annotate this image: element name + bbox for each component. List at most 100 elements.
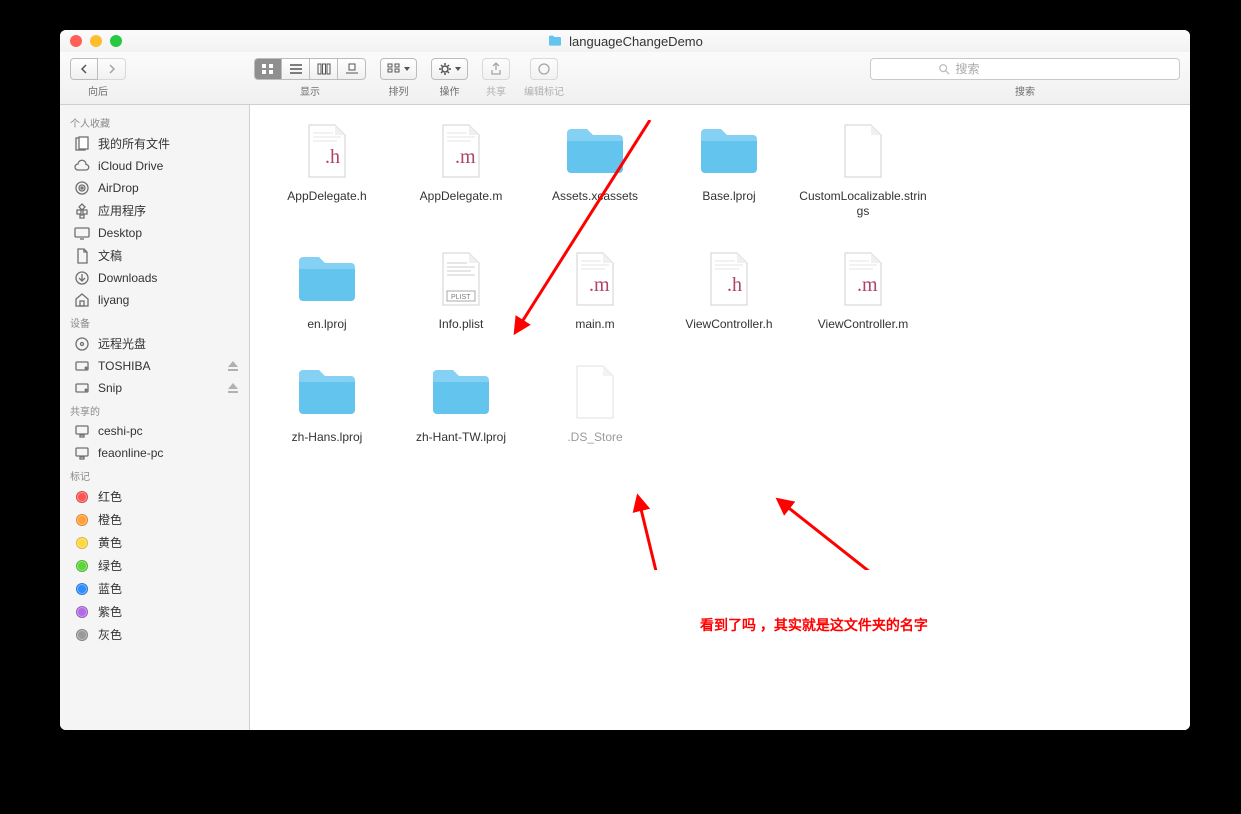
- sidebar-section-header: 设备: [60, 311, 249, 332]
- search-input[interactable]: [954, 61, 1113, 77]
- file-item[interactable]: .mmain.m: [528, 247, 662, 332]
- action-label: 操作: [440, 83, 460, 98]
- file-item[interactable]: .h ViewController.h: [662, 247, 796, 332]
- sidebar-item-downloads[interactable]: Downloads: [60, 267, 249, 289]
- search-field[interactable]: [870, 58, 1180, 80]
- file-item[interactable]: Base.lproj: [662, 119, 796, 219]
- sidebar-item-红色[interactable]: 红色: [60, 485, 249, 508]
- sidebar-item-airdrop[interactable]: AirDrop: [60, 177, 249, 199]
- finder-window: languageChangeDemo 向后 显示 排列: [60, 30, 1190, 730]
- content-area[interactable]: .hAppDelegate.h.mAppDelegate.m Assets.xca…: [250, 105, 1190, 730]
- file-label: .DS_Store: [567, 430, 622, 445]
- folder-icon: [547, 33, 563, 49]
- icloud-icon: [74, 158, 90, 174]
- sidebar-item-label: 紫色: [98, 603, 239, 620]
- toolbar: 向后 显示 排列 操作: [60, 52, 1190, 105]
- file-item[interactable]: en.lproj: [260, 247, 394, 332]
- sidebar-item-远程光盘[interactable]: 远程光盘: [60, 332, 249, 355]
- sidebar-item-label: 文稿: [98, 247, 239, 264]
- sidebar-item-我的所有文件[interactable]: 我的所有文件: [60, 132, 249, 155]
- sidebar-item-黄色[interactable]: 黄色: [60, 531, 249, 554]
- desktop-icon: [74, 225, 90, 241]
- tags-group: 编辑标记: [524, 58, 564, 98]
- sidebar-section-header: 共享的: [60, 399, 249, 420]
- documents-icon: [74, 248, 90, 264]
- sidebar-item-label: Snip: [98, 381, 219, 395]
- file-icon: .m: [831, 247, 895, 311]
- maximize-button[interactable]: [110, 35, 122, 47]
- view-group: 显示: [254, 58, 366, 98]
- folder-icon: [697, 119, 761, 183]
- file-item[interactable]: Assets.xcassets: [528, 119, 662, 219]
- view-icons-button[interactable]: [254, 58, 282, 80]
- tags-button[interactable]: [530, 58, 558, 80]
- file-label: zh-Hant-TW.lproj: [416, 430, 506, 445]
- file-label: zh-Hans.lproj: [292, 430, 363, 445]
- sidebar-item-feaonline-pc[interactable]: feaonline-pc: [60, 442, 249, 464]
- tag-dot-icon: [74, 489, 90, 505]
- view-list-button[interactable]: [282, 58, 310, 80]
- sidebar-item-应用程序[interactable]: 应用程序: [60, 199, 249, 222]
- sidebar-item-紫色[interactable]: 紫色: [60, 600, 249, 623]
- share-button[interactable]: [482, 58, 510, 80]
- eject-icon[interactable]: [227, 382, 239, 394]
- sidebar-item-灰色[interactable]: 灰色: [60, 623, 249, 646]
- file-icon: .h: [697, 247, 761, 311]
- disc-icon: [74, 336, 90, 352]
- sidebar-item-label: iCloud Drive: [98, 159, 239, 173]
- close-button[interactable]: [70, 35, 82, 47]
- file-item[interactable]: .hAppDelegate.h: [260, 119, 394, 219]
- view-coverflow-button[interactable]: [338, 58, 366, 80]
- sidebar-item-文稿[interactable]: 文稿: [60, 244, 249, 267]
- annotation-text: 看到了吗 ，其实就是这文件夹的名字: [700, 615, 928, 635]
- file-item[interactable]: zh-Hans.lproj: [260, 360, 394, 445]
- eject-icon[interactable]: [227, 360, 239, 372]
- traffic-lights: [70, 35, 122, 47]
- pc-icon: [74, 423, 90, 439]
- svg-text:.h: .h: [727, 274, 742, 296]
- sidebar[interactable]: 个人收藏我的所有文件iCloud DriveAirDrop应用程序Desktop…: [60, 105, 250, 730]
- arrange-group: 排列: [380, 58, 417, 98]
- back-button[interactable]: [70, 58, 98, 80]
- forward-button[interactable]: [98, 58, 126, 80]
- downloads-icon: [74, 270, 90, 286]
- view-label: 显示: [300, 83, 320, 98]
- sidebar-item-icloud-drive[interactable]: iCloud Drive: [60, 155, 249, 177]
- sidebar-item-snip[interactable]: Snip: [60, 377, 249, 399]
- sidebar-item-liyang[interactable]: liyang: [60, 289, 249, 311]
- file-item[interactable]: CustomLocalizable.strings: [796, 119, 930, 219]
- nav-group: 向后: [70, 58, 126, 98]
- file-item[interactable]: .mViewController.m: [796, 247, 930, 332]
- sidebar-item-橙色[interactable]: 橙色: [60, 508, 249, 531]
- search-label: 搜索: [1015, 83, 1035, 98]
- file-icon: .h: [295, 119, 359, 183]
- minimize-button[interactable]: [90, 35, 102, 47]
- sidebar-item-label: 橙色: [98, 511, 239, 528]
- arrange-button[interactable]: [380, 58, 417, 80]
- tag-dot-icon: [74, 581, 90, 597]
- file-icon: .m: [429, 119, 493, 183]
- sidebar-item-toshiba[interactable]: TOSHIBA: [60, 355, 249, 377]
- sidebar-item-蓝色[interactable]: 蓝色: [60, 577, 249, 600]
- sidebar-item-ceshi-pc[interactable]: ceshi-pc: [60, 420, 249, 442]
- svg-text:.m: .m: [857, 274, 878, 296]
- pc-icon: [74, 445, 90, 461]
- file-item[interactable]: zh-Hant-TW.lproj: [394, 360, 528, 445]
- view-columns-button[interactable]: [310, 58, 338, 80]
- action-button[interactable]: [431, 58, 468, 80]
- folder-icon: [295, 360, 359, 424]
- sidebar-item-绿色[interactable]: 绿色: [60, 554, 249, 577]
- share-label: 共享: [486, 83, 506, 98]
- file-item[interactable]: .mAppDelegate.m: [394, 119, 528, 219]
- svg-text:.m: .m: [589, 274, 610, 296]
- file-item[interactable]: .DS_Store: [528, 360, 662, 445]
- sidebar-item-label: 我的所有文件: [98, 135, 239, 152]
- disk-icon: [74, 380, 90, 396]
- search-icon: [938, 63, 950, 75]
- file-label: ViewController.h: [685, 317, 772, 332]
- file-label: Assets.xcassets: [552, 189, 638, 204]
- sidebar-item-label: AirDrop: [98, 181, 239, 195]
- sidebar-item-label: 黄色: [98, 534, 239, 551]
- sidebar-item-desktop[interactable]: Desktop: [60, 222, 249, 244]
- file-item[interactable]: PLISTInfo.plist: [394, 247, 528, 332]
